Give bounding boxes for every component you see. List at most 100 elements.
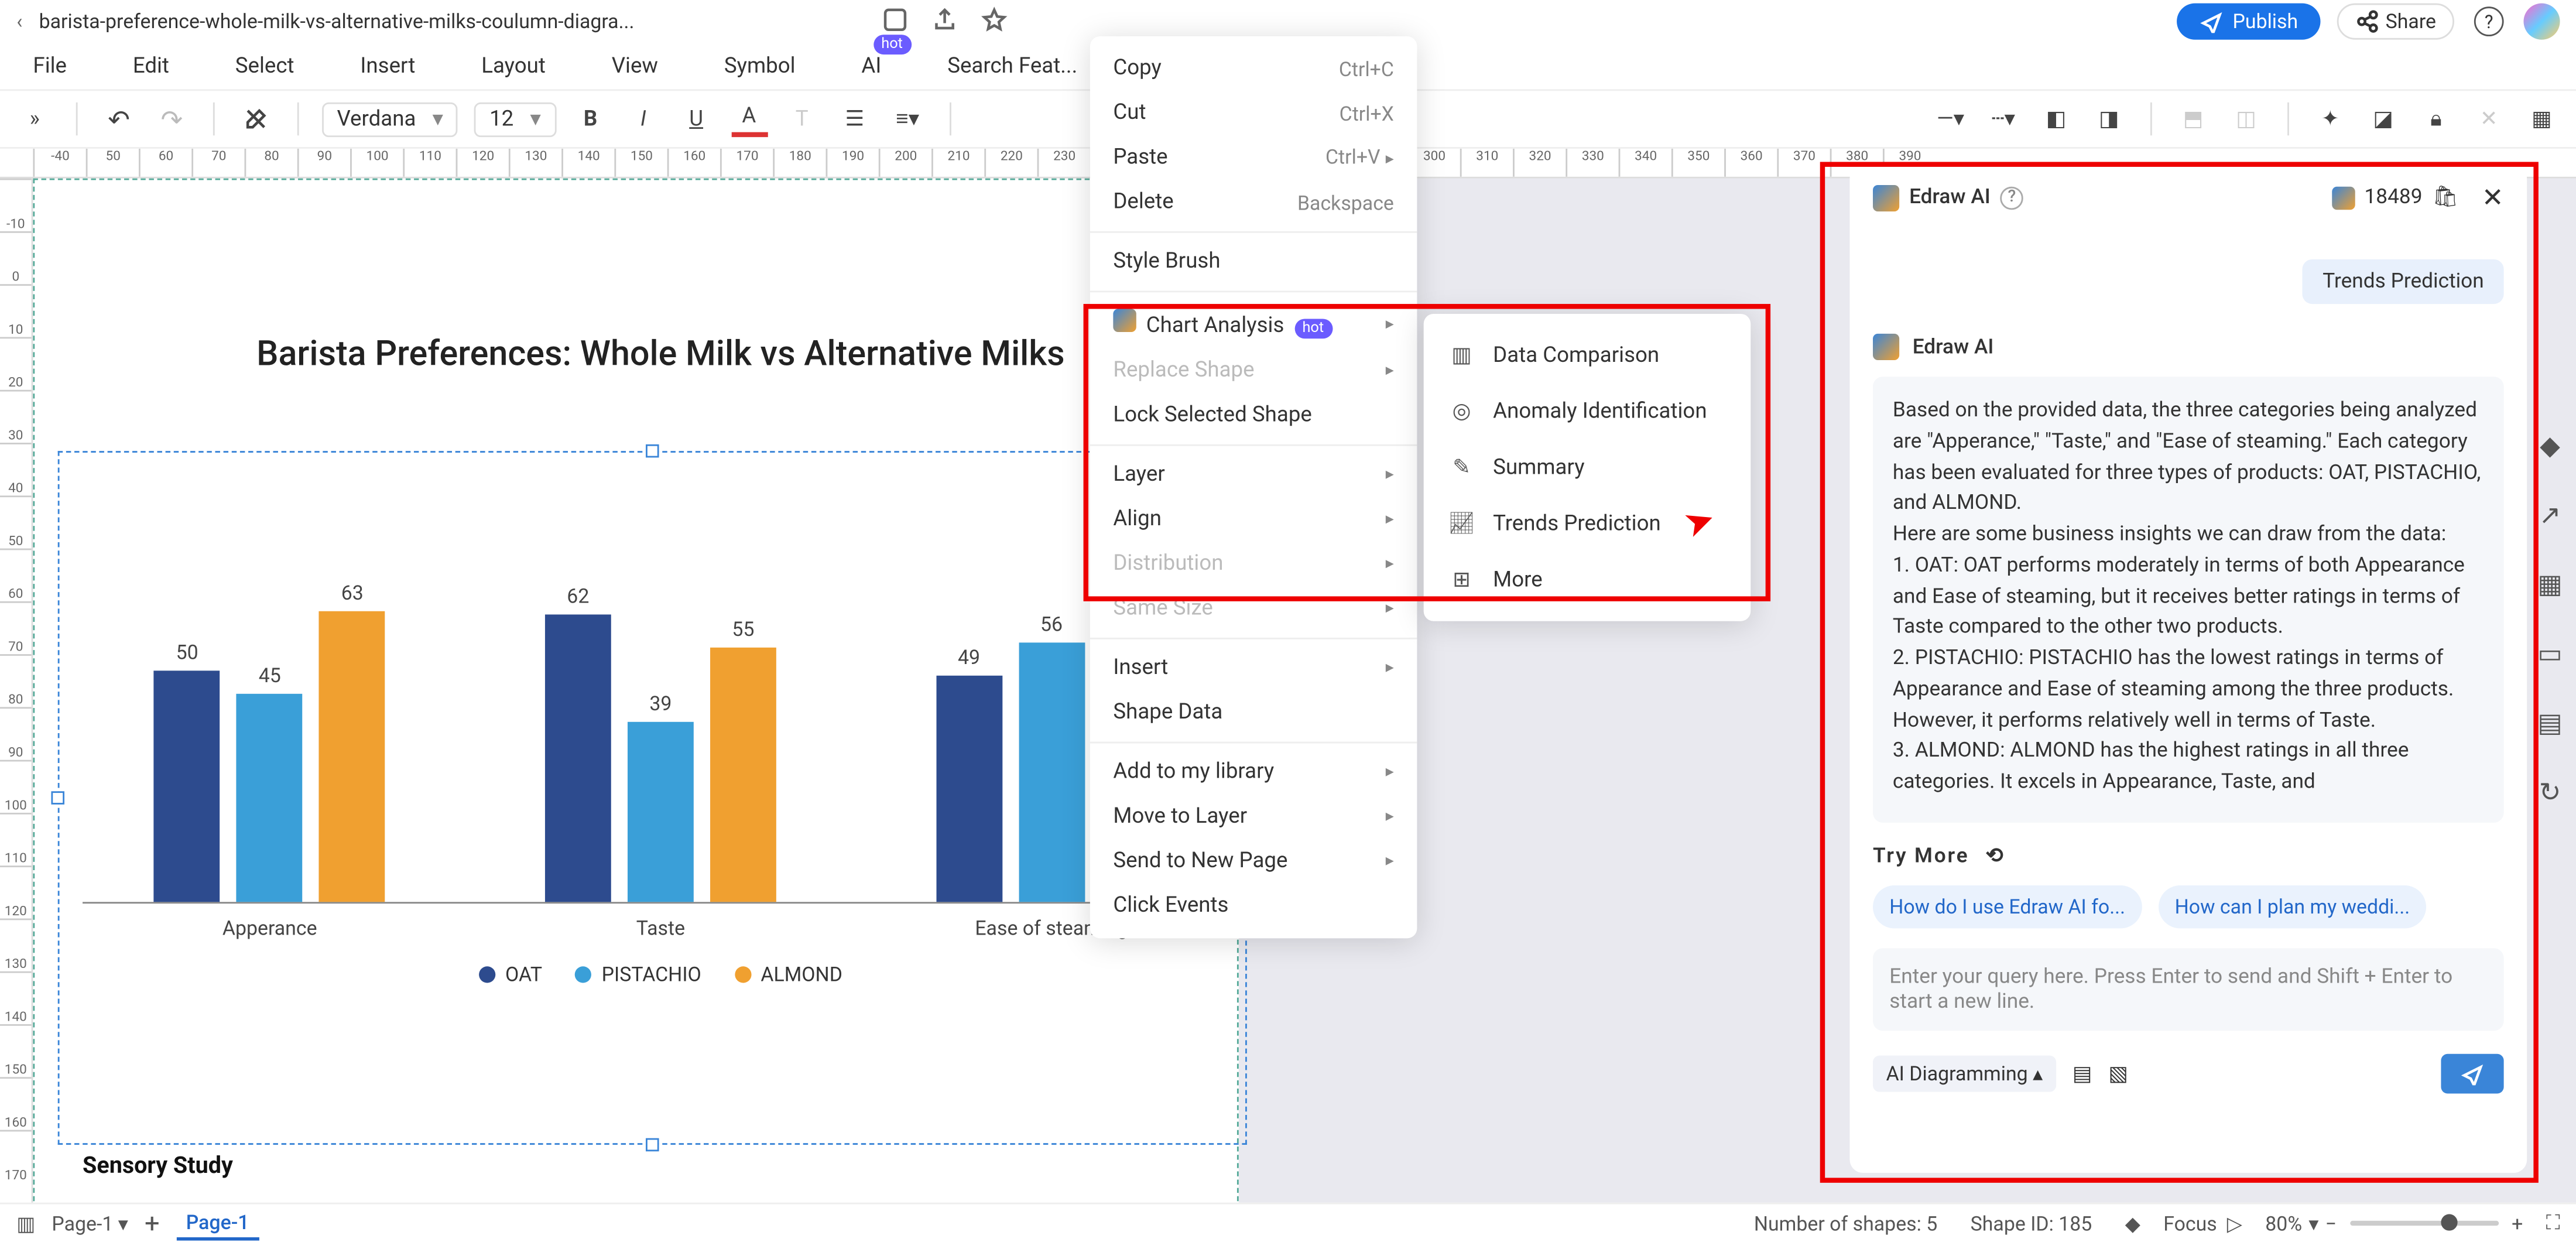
- export-tool-icon[interactable]: ↗: [2532, 495, 2568, 532]
- ctx-distribution: Distribution▸: [1090, 542, 1417, 586]
- menu-file[interactable]: File: [33, 54, 67, 78]
- share-button[interactable]: Share: [2338, 4, 2454, 40]
- help-button[interactable]: ?: [2474, 6, 2504, 36]
- publish-button[interactable]: Publish: [2177, 4, 2321, 40]
- attachment-icon[interactable]: ▤: [2073, 1060, 2092, 1087]
- menu-insert[interactable]: Insert: [360, 54, 415, 78]
- ctx-click-events[interactable]: Click Events: [1090, 884, 1417, 928]
- lock-icon[interactable]: 🔒︎: [2418, 101, 2454, 137]
- shape-style-icon[interactable]: ◨: [2091, 101, 2127, 137]
- pages-icon[interactable]: ▥: [16, 1212, 35, 1234]
- sensory-study-label: Sensory Study: [83, 1153, 233, 1179]
- submenu-summary[interactable]: ✎Summary: [1424, 439, 1751, 495]
- selection-handle[interactable]: [646, 444, 659, 458]
- menu-ai[interactable]: AIhot: [861, 54, 881, 78]
- ctx-add-library[interactable]: Add to my library▸: [1090, 750, 1417, 795]
- ai-response-title: Edraw AI: [1913, 334, 1994, 359]
- shadow-icon[interactable]: ◧: [2038, 101, 2074, 137]
- close-icon[interactable]: ✕: [2482, 182, 2504, 213]
- submenu-more[interactable]: ⊞More: [1424, 552, 1751, 608]
- ctx-align[interactable]: Align▸: [1090, 497, 1417, 542]
- back-button[interactable]: ‹: [16, 10, 22, 33]
- play-icon[interactable]: ▷: [2227, 1212, 2242, 1234]
- page-select[interactable]: Page-1 ▾: [52, 1212, 128, 1234]
- menu-select[interactable]: Select: [235, 54, 294, 78]
- zoom-in-button[interactable]: +: [2512, 1212, 2523, 1234]
- ai-help-icon[interactable]: ?: [2000, 186, 2023, 208]
- submenu-anomaly[interactable]: ◎Anomaly Identification: [1424, 383, 1751, 439]
- selection-box[interactable]: [58, 451, 1247, 1145]
- suggestion-chip[interactable]: How do I use Edraw AI fo...: [1873, 885, 2142, 928]
- cart-icon[interactable]: 🛍︎: [2433, 185, 2459, 210]
- history-icon[interactable]: ↻: [2532, 773, 2568, 809]
- file-title: barista-preference-whole-milk-vs-alterna…: [39, 10, 865, 33]
- line-style-icon[interactable]: —▾: [1933, 101, 1969, 137]
- ai-input[interactable]: Enter your query here. Press Enter to se…: [1873, 948, 2504, 1031]
- layers-icon[interactable]: ◆: [2125, 1212, 2140, 1234]
- redo-button[interactable]: ↷: [153, 101, 190, 137]
- align-button[interactable]: ☰: [837, 101, 873, 137]
- ctx-delete[interactable]: DeleteBackspace: [1090, 180, 1417, 224]
- send-button[interactable]: [2441, 1054, 2503, 1094]
- ctx-send-page[interactable]: Send to New Page▸: [1090, 839, 1417, 884]
- ctx-shape-data[interactable]: Shape Data: [1090, 690, 1417, 735]
- export-icon[interactable]: [931, 6, 957, 37]
- bold-button[interactable]: B: [573, 101, 609, 137]
- ctx-chart-analysis[interactable]: Chart Analysishot▸: [1090, 299, 1417, 349]
- template-icon[interactable]: ▧: [2108, 1060, 2128, 1087]
- italic-button[interactable]: I: [625, 101, 662, 137]
- layout-icon[interactable]: ▦: [2523, 101, 2560, 137]
- grid-tool-icon[interactable]: ▦: [2532, 565, 2568, 601]
- format-painter-icon[interactable]: [238, 101, 274, 137]
- add-page-button[interactable]: +: [145, 1207, 160, 1239]
- fill-tool-icon[interactable]: ◆: [2532, 426, 2568, 463]
- font-color-button[interactable]: A: [731, 101, 767, 137]
- save-icon[interactable]: [881, 6, 907, 37]
- ctx-cut[interactable]: CutCtrl+X: [1090, 91, 1417, 135]
- star-icon[interactable]: [981, 6, 1007, 37]
- zoom-level[interactable]: 80%: [2265, 1212, 2302, 1234]
- zoom-slider[interactable]: [2350, 1221, 2499, 1226]
- underline-button[interactable]: U: [678, 101, 714, 137]
- distribute-icon[interactable]: ◫: [2228, 101, 2265, 137]
- line-dash-icon[interactable]: ┄▾: [1985, 101, 2022, 137]
- tools-icon[interactable]: ✕: [2471, 101, 2507, 137]
- selection-handle[interactable]: [646, 1138, 659, 1152]
- clear-format-button[interactable]: T: [784, 101, 820, 137]
- font-select[interactable]: Verdana▾: [322, 101, 458, 136]
- ctx-layer[interactable]: Layer▸: [1090, 453, 1417, 497]
- focus-button[interactable]: Focus: [2163, 1212, 2217, 1234]
- collapse-panel-icon[interactable]: »: [16, 101, 53, 137]
- fontsize-select[interactable]: 12▾: [475, 101, 556, 136]
- menu-edit[interactable]: Edit: [133, 54, 169, 78]
- ctx-insert[interactable]: Insert▸: [1090, 646, 1417, 690]
- submenu-data-comparison[interactable]: ▥Data Comparison: [1424, 327, 1751, 384]
- menu-layout[interactable]: Layout: [481, 54, 546, 78]
- menu-search[interactable]: Search Feat...: [947, 54, 1077, 78]
- suggestion-chip[interactable]: How can I plan my weddi...: [2158, 885, 2426, 928]
- note-icon[interactable]: ▤: [2532, 704, 2568, 740]
- refresh-icon[interactable]: ⟲: [1986, 843, 2005, 869]
- compare-icon: ▥: [1447, 340, 1477, 370]
- chart-title: Barista Preferences: Whole Milk vs Alter…: [83, 336, 1239, 375]
- undo-button[interactable]: ↶: [101, 101, 137, 137]
- present-icon[interactable]: ▭: [2532, 634, 2568, 670]
- ctx-copy[interactable]: CopyCtrl+C: [1090, 46, 1417, 91]
- avatar[interactable]: [2523, 4, 2560, 40]
- selection-handle[interactable]: [51, 791, 64, 805]
- align-shapes-icon[interactable]: ⬒: [2175, 101, 2211, 137]
- magic-icon[interactable]: ✦: [2312, 101, 2348, 137]
- menu-view[interactable]: View: [612, 54, 658, 78]
- crop-icon[interactable]: ◪: [2365, 101, 2402, 137]
- page-tab[interactable]: Page-1: [176, 1207, 259, 1240]
- menu-symbol[interactable]: Symbol: [724, 54, 796, 78]
- ctx-lock-shape[interactable]: Lock Selected Shape: [1090, 393, 1417, 437]
- ctx-move-layer[interactable]: Move to Layer▸: [1090, 795, 1417, 839]
- zoom-out-button[interactable]: −: [2325, 1212, 2337, 1234]
- ctx-paste[interactable]: PasteCtrl+V ▸: [1090, 135, 1417, 180]
- ai-response-body: Based on the provided data, the three ca…: [1873, 377, 2504, 823]
- ai-diagramming-button[interactable]: AI Diagramming ▴: [1873, 1056, 2056, 1092]
- line-spacing-button[interactable]: ≡▾: [889, 101, 926, 137]
- fullscreen-icon[interactable]: ⛶: [2546, 1211, 2560, 1236]
- ctx-style-brush[interactable]: Style Brush: [1090, 239, 1417, 284]
